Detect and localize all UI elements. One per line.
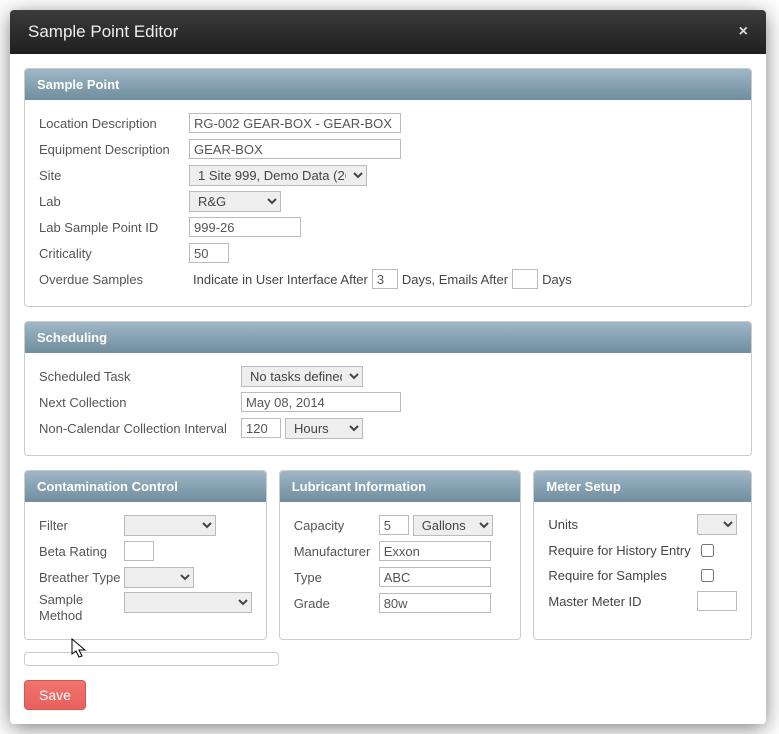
overdue-email-days-input[interactable] [512, 269, 538, 289]
panel-header-scheduling: Scheduling [25, 322, 751, 353]
site-select[interactable]: 1 Site 999, Demo Data (26) [189, 165, 367, 186]
label-type: Type [294, 570, 379, 585]
label-breather: Breather Type [39, 570, 124, 585]
require-history-checkbox[interactable] [701, 544, 714, 557]
location-description-input[interactable] [189, 113, 401, 133]
filter-select[interactable] [124, 515, 216, 536]
panel-header-meter: Meter Setup [534, 471, 751, 502]
panel-meter: Meter Setup Units Require for History En… [533, 470, 752, 640]
overdue-text-2: Days, Emails After [402, 272, 508, 287]
panel-lubricant: Lubricant Information Capacity Gallons M… [279, 470, 522, 640]
panel-header-sample-point: Sample Point [25, 69, 751, 100]
units-select[interactable] [697, 514, 737, 535]
grade-input[interactable] [379, 593, 491, 613]
panel-contamination: Contamination Control Filter Beta Rating… [24, 470, 267, 640]
overdue-text-3: Days [542, 272, 572, 287]
label-lab-sample-point-id: Lab Sample Point ID [39, 220, 189, 235]
interval-value-input[interactable] [241, 418, 281, 438]
lab-select[interactable]: R&G [189, 191, 281, 212]
label-overdue-samples: Overdue Samples [39, 272, 189, 287]
label-next-collection: Next Collection [39, 395, 241, 410]
equipment-description-input[interactable] [189, 139, 401, 159]
label-sample-method: Sample Method [39, 592, 124, 623]
label-scheduled-task: Scheduled Task [39, 369, 241, 384]
sample-point-editor-modal: Sample Point Editor × Sample Point Locat… [10, 10, 766, 724]
require-samples-checkbox[interactable] [701, 569, 714, 582]
modal-title: Sample Point Editor [28, 22, 178, 42]
label-req-samples: Require for Samples [548, 568, 697, 583]
panel-scheduling: Scheduling Scheduled Task No tasks defin… [24, 321, 752, 456]
collapsed-panel-stub [24, 652, 279, 666]
label-criticality: Criticality [39, 246, 189, 261]
sample-method-select[interactable] [124, 592, 252, 613]
label-location-description: Location Description [39, 116, 189, 131]
capacity-input[interactable] [379, 515, 409, 535]
label-req-history: Require for History Entry [548, 543, 697, 558]
label-lab: Lab [39, 194, 189, 209]
label-manufacturer: Manufacturer [294, 544, 379, 559]
label-master-id: Master Meter ID [548, 594, 697, 609]
save-button[interactable]: Save [24, 680, 86, 710]
close-icon[interactable]: × [739, 23, 748, 41]
panel-header-contamination: Contamination Control [25, 471, 266, 502]
label-site: Site [39, 168, 189, 183]
label-grade: Grade [294, 596, 379, 611]
overdue-ui-days-input[interactable] [372, 269, 398, 289]
scheduled-task-select[interactable]: No tasks defined [241, 366, 363, 387]
label-beta: Beta Rating [39, 544, 124, 559]
interval-unit-select[interactable]: Hours [285, 418, 363, 439]
overdue-text-1: Indicate in User Interface After [193, 272, 368, 287]
beta-rating-input[interactable] [124, 541, 154, 561]
type-input[interactable] [379, 567, 491, 587]
breather-type-select[interactable] [124, 567, 194, 588]
modal-header: Sample Point Editor × [10, 10, 766, 54]
criticality-input[interactable] [189, 243, 229, 263]
next-collection-input[interactable] [241, 392, 401, 412]
label-equipment-description: Equipment Description [39, 142, 189, 157]
capacity-unit-select[interactable]: Gallons [413, 515, 493, 536]
label-filter: Filter [39, 518, 124, 533]
lab-sample-point-id-input[interactable] [189, 217, 301, 237]
master-meter-id-input[interactable] [697, 591, 737, 611]
panel-header-lubricant: Lubricant Information [280, 471, 521, 502]
panel-sample-point: Sample Point Location Description Equipm… [24, 68, 752, 307]
label-interval: Non-Calendar Collection Interval [39, 421, 241, 436]
manufacturer-input[interactable] [379, 541, 491, 561]
label-capacity: Capacity [294, 518, 379, 533]
label-units: Units [548, 517, 697, 532]
